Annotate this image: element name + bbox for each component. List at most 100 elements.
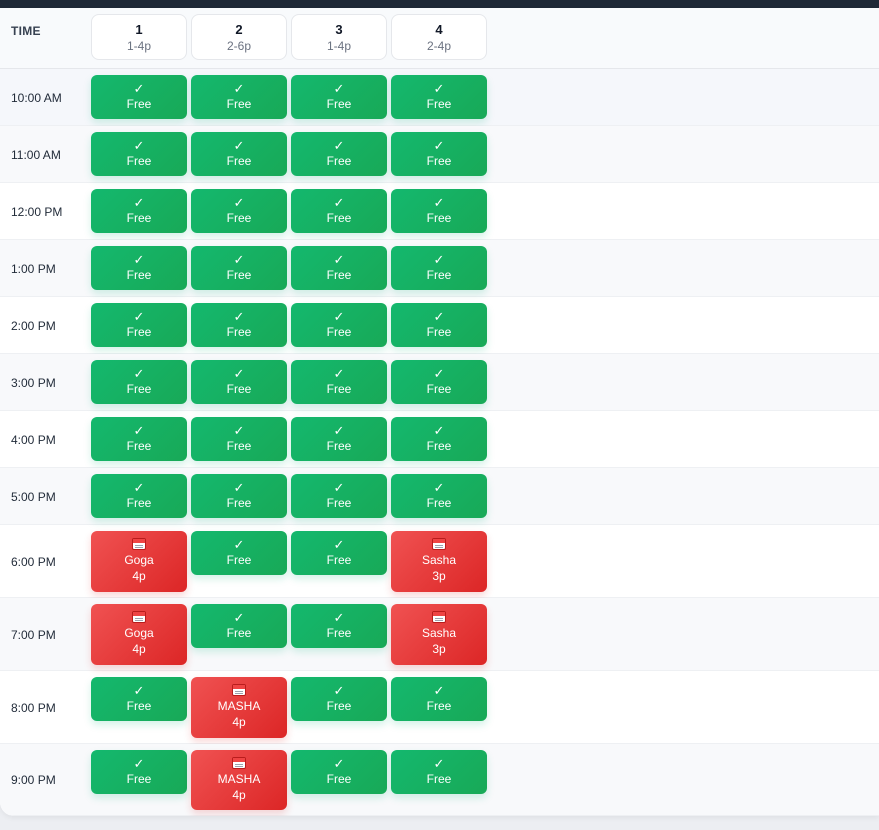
slot-free-cell[interactable]: ✓ Free	[191, 303, 287, 347]
slot-free-cell[interactable]: ✓ Free	[91, 360, 187, 404]
slot-free-cell[interactable]: ✓ Free	[291, 604, 387, 648]
slot-status-label: Free	[326, 382, 352, 396]
checkmark-icon: ✓	[433, 683, 445, 698]
time-row: 8:00 PM ✓ Free MASHA 4p ✓ Free ✓ Free	[0, 671, 879, 744]
slot-free-cell[interactable]: ✓ Free	[291, 303, 387, 347]
slot-status-label: Free	[326, 268, 352, 282]
slot-free-cell[interactable]: ✓ Free	[191, 189, 287, 233]
slot-free-cell[interactable]: ✓ Free	[191, 360, 287, 404]
slot-status-label: Free	[226, 439, 252, 453]
time-row: 11:00 AM ✓ Free ✓ Free ✓ Free ✓ Free	[0, 126, 879, 183]
checkmark-icon: ✓	[133, 366, 145, 381]
slot-free-cell[interactable]: ✓ Free	[291, 360, 387, 404]
slot-free-cell[interactable]: ✓ Free	[391, 360, 487, 404]
slot-free-cell[interactable]: ✓ Free	[391, 417, 487, 461]
slot-free-cell[interactable]: ✓ Free	[291, 750, 387, 794]
checkmark-icon: ✓	[133, 480, 145, 495]
calendar-icon	[432, 538, 446, 550]
slot-status-label: Free	[126, 154, 152, 168]
slot-status-label: Free	[126, 439, 152, 453]
slot-free-cell[interactable]: ✓ Free	[391, 246, 487, 290]
checkmark-icon: ✓	[233, 537, 245, 552]
slot-free-cell[interactable]: ✓ Free	[291, 132, 387, 176]
slot-free-cell[interactable]: ✓ Free	[291, 474, 387, 518]
slot-status-label: Free	[426, 154, 452, 168]
slot-status-label: Free	[126, 699, 152, 713]
booking-name: Goga	[124, 626, 154, 640]
slot-free-cell[interactable]: ✓ Free	[191, 531, 287, 575]
booking-name: Sasha	[421, 553, 457, 567]
slot-status-label: Free	[126, 268, 152, 282]
checkmark-icon: ✓	[233, 252, 245, 267]
time-label: 9:00 PM	[11, 773, 56, 787]
checkmark-icon: ✓	[433, 138, 445, 153]
slot-status-label: Free	[426, 699, 452, 713]
slot-free-cell[interactable]: ✓ Free	[291, 75, 387, 119]
slot-free-cell[interactable]: ✓ Free	[91, 246, 187, 290]
checkmark-icon: ✓	[433, 423, 445, 438]
slot-free-cell[interactable]: ✓ Free	[291, 189, 387, 233]
slot-free-cell[interactable]: ✓ Free	[291, 677, 387, 721]
slot-free-cell[interactable]: ✓ Free	[191, 604, 287, 648]
booking-name: MASHA	[217, 699, 261, 713]
slot-free-cell[interactable]: ✓ Free	[91, 132, 187, 176]
slot-status-label: Free	[226, 382, 252, 396]
slot-booked-cell[interactable]: MASHA 4p	[191, 677, 287, 738]
slot-status-label: Free	[326, 325, 352, 339]
time-label: 8:00 PM	[11, 700, 56, 715]
slot-free-cell[interactable]: ✓ Free	[391, 75, 487, 119]
slot-free-cell[interactable]: ✓ Free	[191, 75, 287, 119]
booking-party-size: 4p	[232, 715, 246, 729]
slot-free-cell[interactable]: ✓ Free	[391, 303, 487, 347]
time-row: 7:00 PM Goga 4p ✓ Free ✓ Free Sasha 3p	[0, 598, 879, 671]
slot-free-cell[interactable]: ✓ Free	[291, 531, 387, 575]
slot-free-cell[interactable]: ✓ Free	[91, 75, 187, 119]
time-label: 5:00 PM	[11, 489, 56, 504]
slot-booked-cell[interactable]: Goga 4p	[91, 531, 187, 592]
column-number: 3	[335, 22, 343, 37]
slot-free-cell[interactable]: ✓ Free	[291, 246, 387, 290]
calendar-icon	[432, 611, 446, 623]
slot-booked-cell[interactable]: MASHA 4p	[191, 750, 287, 810]
slot-status-label: Free	[326, 439, 352, 453]
slot-free-cell[interactable]: ✓ Free	[391, 750, 487, 794]
slot-status-label: Free	[126, 211, 152, 225]
slot-free-cell[interactable]: ✓ Free	[191, 132, 287, 176]
time-label: 11:00 AM	[11, 147, 61, 162]
checkmark-icon: ✓	[333, 610, 345, 625]
top-bar	[0, 0, 879, 8]
checkmark-icon: ✓	[133, 81, 145, 96]
slot-status-label: Free	[226, 325, 252, 339]
slot-free-cell[interactable]: ✓ Free	[191, 474, 287, 518]
booking-party-size: 3p	[432, 569, 446, 583]
time-row: 10:00 AM ✓ Free ✓ Free ✓ Free ✓ Free	[0, 69, 879, 126]
slot-free-cell[interactable]: ✓ Free	[91, 189, 187, 233]
slot-free-cell[interactable]: ✓ Free	[191, 417, 287, 461]
booking-name: Goga	[124, 553, 154, 567]
slot-free-cell[interactable]: ✓ Free	[391, 677, 487, 721]
slot-free-cell[interactable]: ✓ Free	[291, 417, 387, 461]
checkmark-icon: ✓	[333, 756, 345, 771]
slot-status-label: Free	[426, 772, 452, 786]
slot-free-cell[interactable]: ✓ Free	[91, 750, 187, 794]
time-label: 3:00 PM	[11, 375, 56, 390]
slot-free-cell[interactable]: ✓ Free	[91, 677, 187, 721]
slot-booked-cell[interactable]: Sasha 3p	[391, 531, 487, 592]
checkmark-icon: ✓	[133, 309, 145, 324]
slot-free-cell[interactable]: ✓ Free	[91, 417, 187, 461]
checkmark-icon: ✓	[333, 309, 345, 324]
checkmark-icon: ✓	[233, 309, 245, 324]
slot-free-cell[interactable]: ✓ Free	[391, 474, 487, 518]
slot-booked-cell[interactable]: Goga 4p	[91, 604, 187, 665]
slot-free-cell[interactable]: ✓ Free	[191, 246, 287, 290]
checkmark-icon: ✓	[233, 480, 245, 495]
slot-status-label: Free	[226, 97, 252, 111]
slot-free-cell[interactable]: ✓ Free	[391, 132, 487, 176]
slot-free-cell[interactable]: ✓ Free	[91, 474, 187, 518]
slot-free-cell[interactable]: ✓ Free	[91, 303, 187, 347]
column-number: 2	[235, 22, 243, 37]
column-header-3: 3 1-4p	[291, 14, 387, 60]
slot-free-cell[interactable]: ✓ Free	[391, 189, 487, 233]
slot-booked-cell[interactable]: Sasha 3p	[391, 604, 487, 665]
column-subtitle: 1-4p	[126, 39, 152, 53]
